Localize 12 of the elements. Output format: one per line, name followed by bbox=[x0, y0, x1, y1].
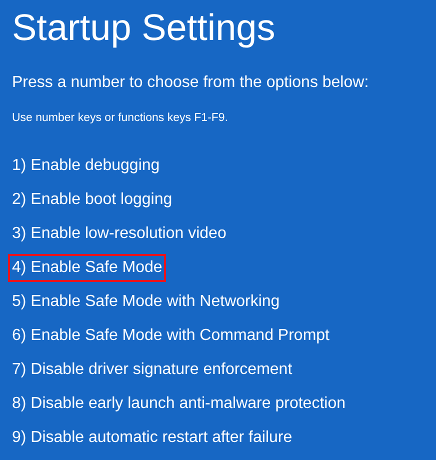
screen-title: Startup Settings bbox=[12, 6, 276, 50]
hint-text: Use number keys or functions keys F1-F9. bbox=[12, 111, 228, 126]
startup-option[interactable]: 3) Enable low-resolution video bbox=[8, 220, 230, 248]
startup-option[interactable]: 5) Enable Safe Mode with Networking bbox=[8, 288, 284, 316]
startup-option[interactable]: 2) Enable boot logging bbox=[8, 186, 176, 214]
startup-option[interactable]: 9) Disable automatic restart after failure bbox=[8, 424, 296, 452]
startup-option[interactable]: 4) Enable Safe Mode bbox=[8, 254, 166, 282]
startup-option[interactable]: 1) Enable debugging bbox=[8, 152, 164, 180]
instruction-text: Press a number to choose from the options below: bbox=[12, 73, 369, 93]
startup-option[interactable]: 6) Enable Safe Mode with Command Prompt bbox=[8, 322, 334, 350]
startup-option[interactable]: 8) Disable early launch anti-malware protection bbox=[8, 390, 350, 418]
startup-option[interactable]: 7) Disable driver signature enforcement bbox=[8, 356, 296, 384]
